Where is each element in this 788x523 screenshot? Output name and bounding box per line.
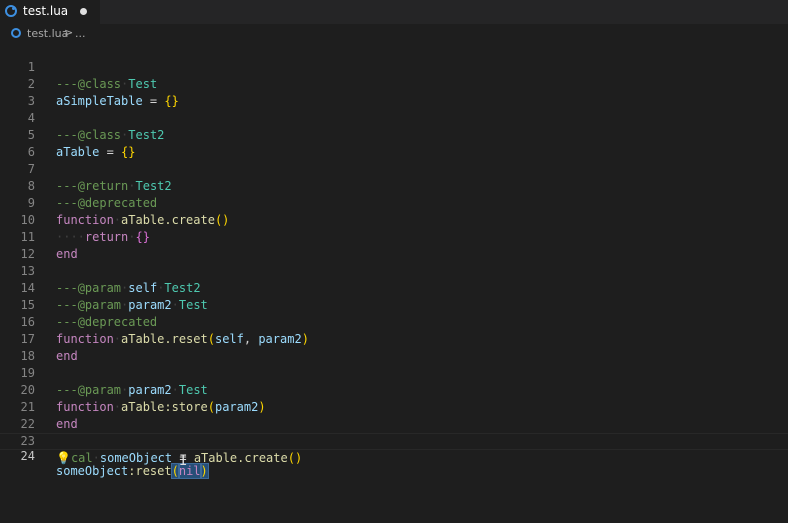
code-line[interactable]: 22: [0, 399, 788, 431]
code-line[interactable]: 15 ---@deprecated: [0, 280, 788, 329]
lua-file-icon: [5, 5, 17, 17]
code-line-current[interactable]: 24 someObject:reset(nil): [0, 433, 788, 479]
code-line[interactable]: 21 end: [0, 382, 788, 431]
code-line[interactable]: 7 ---@return·Test2: [0, 144, 788, 193]
code-editor[interactable]: 1 ---@class·Test 2 aSimpleTable = {} 3 4…: [0, 42, 788, 523]
tab-bar: test.lua: [0, 0, 788, 24]
code-line[interactable]: 10 ····return·{}: [0, 195, 788, 244]
variable-name: someObject: [56, 464, 129, 478]
code-line[interactable]: 2 aSimpleTable = {}: [0, 59, 788, 108]
code-hint: cal: [70, 451, 93, 465]
code-line[interactable]: 20 function·aTable:store(param2): [0, 365, 788, 414]
code-line[interactable]: 17 end: [0, 314, 788, 363]
breadcrumb: test.lua > ...: [0, 24, 788, 43]
code-line[interactable]: 13 ---@param·self·Test2: [0, 246, 788, 295]
method-call: :reset: [128, 464, 172, 478]
breadcrumb-file[interactable]: test.lua: [27, 27, 68, 40]
tab-test-lua[interactable]: test.lua: [0, 0, 100, 24]
function-call: aTable.create: [193, 451, 288, 465]
lightbulb-icon[interactable]: 💡: [56, 451, 71, 465]
code-line[interactable]: 23 💡cal·someObject = aTable.create(): [0, 416, 788, 465]
tab-label: test.lua: [23, 4, 69, 18]
code-line[interactable]: 8 ---@deprecated: [0, 161, 788, 210]
code-line[interactable]: 12: [0, 229, 788, 261]
code-line[interactable]: 16 function·aTable.reset(self, param2): [0, 297, 788, 346]
code-line[interactable]: 14 ---@param·param2·Test: [0, 263, 788, 312]
line-number: 24: [20, 449, 35, 463]
breadcrumb-more[interactable]: ...: [75, 27, 86, 40]
code-line[interactable]: 5 aTable = {}: [0, 110, 788, 159]
code-line[interactable]: 18: [0, 331, 788, 363]
code-line[interactable]: 3: [0, 76, 788, 108]
lua-file-icon: [11, 28, 21, 38]
chevron-right-icon: >: [64, 26, 74, 39]
code-line[interactable]: 19 ---@param·param2·Test: [0, 348, 788, 397]
code-line[interactable]: 11 end: [0, 212, 788, 261]
unsaved-dot-icon[interactable]: [80, 8, 87, 15]
text-cursor-icon: I: [179, 453, 188, 469]
code-line[interactable]: 6: [0, 127, 788, 159]
variable-name: someObject: [99, 451, 173, 465]
code-line[interactable]: 9 function·aTable.create(): [0, 178, 788, 227]
code-line[interactable]: 4 ---@class·Test2: [0, 93, 788, 142]
code-line[interactable]: 1 ---@class·Test: [0, 42, 788, 91]
